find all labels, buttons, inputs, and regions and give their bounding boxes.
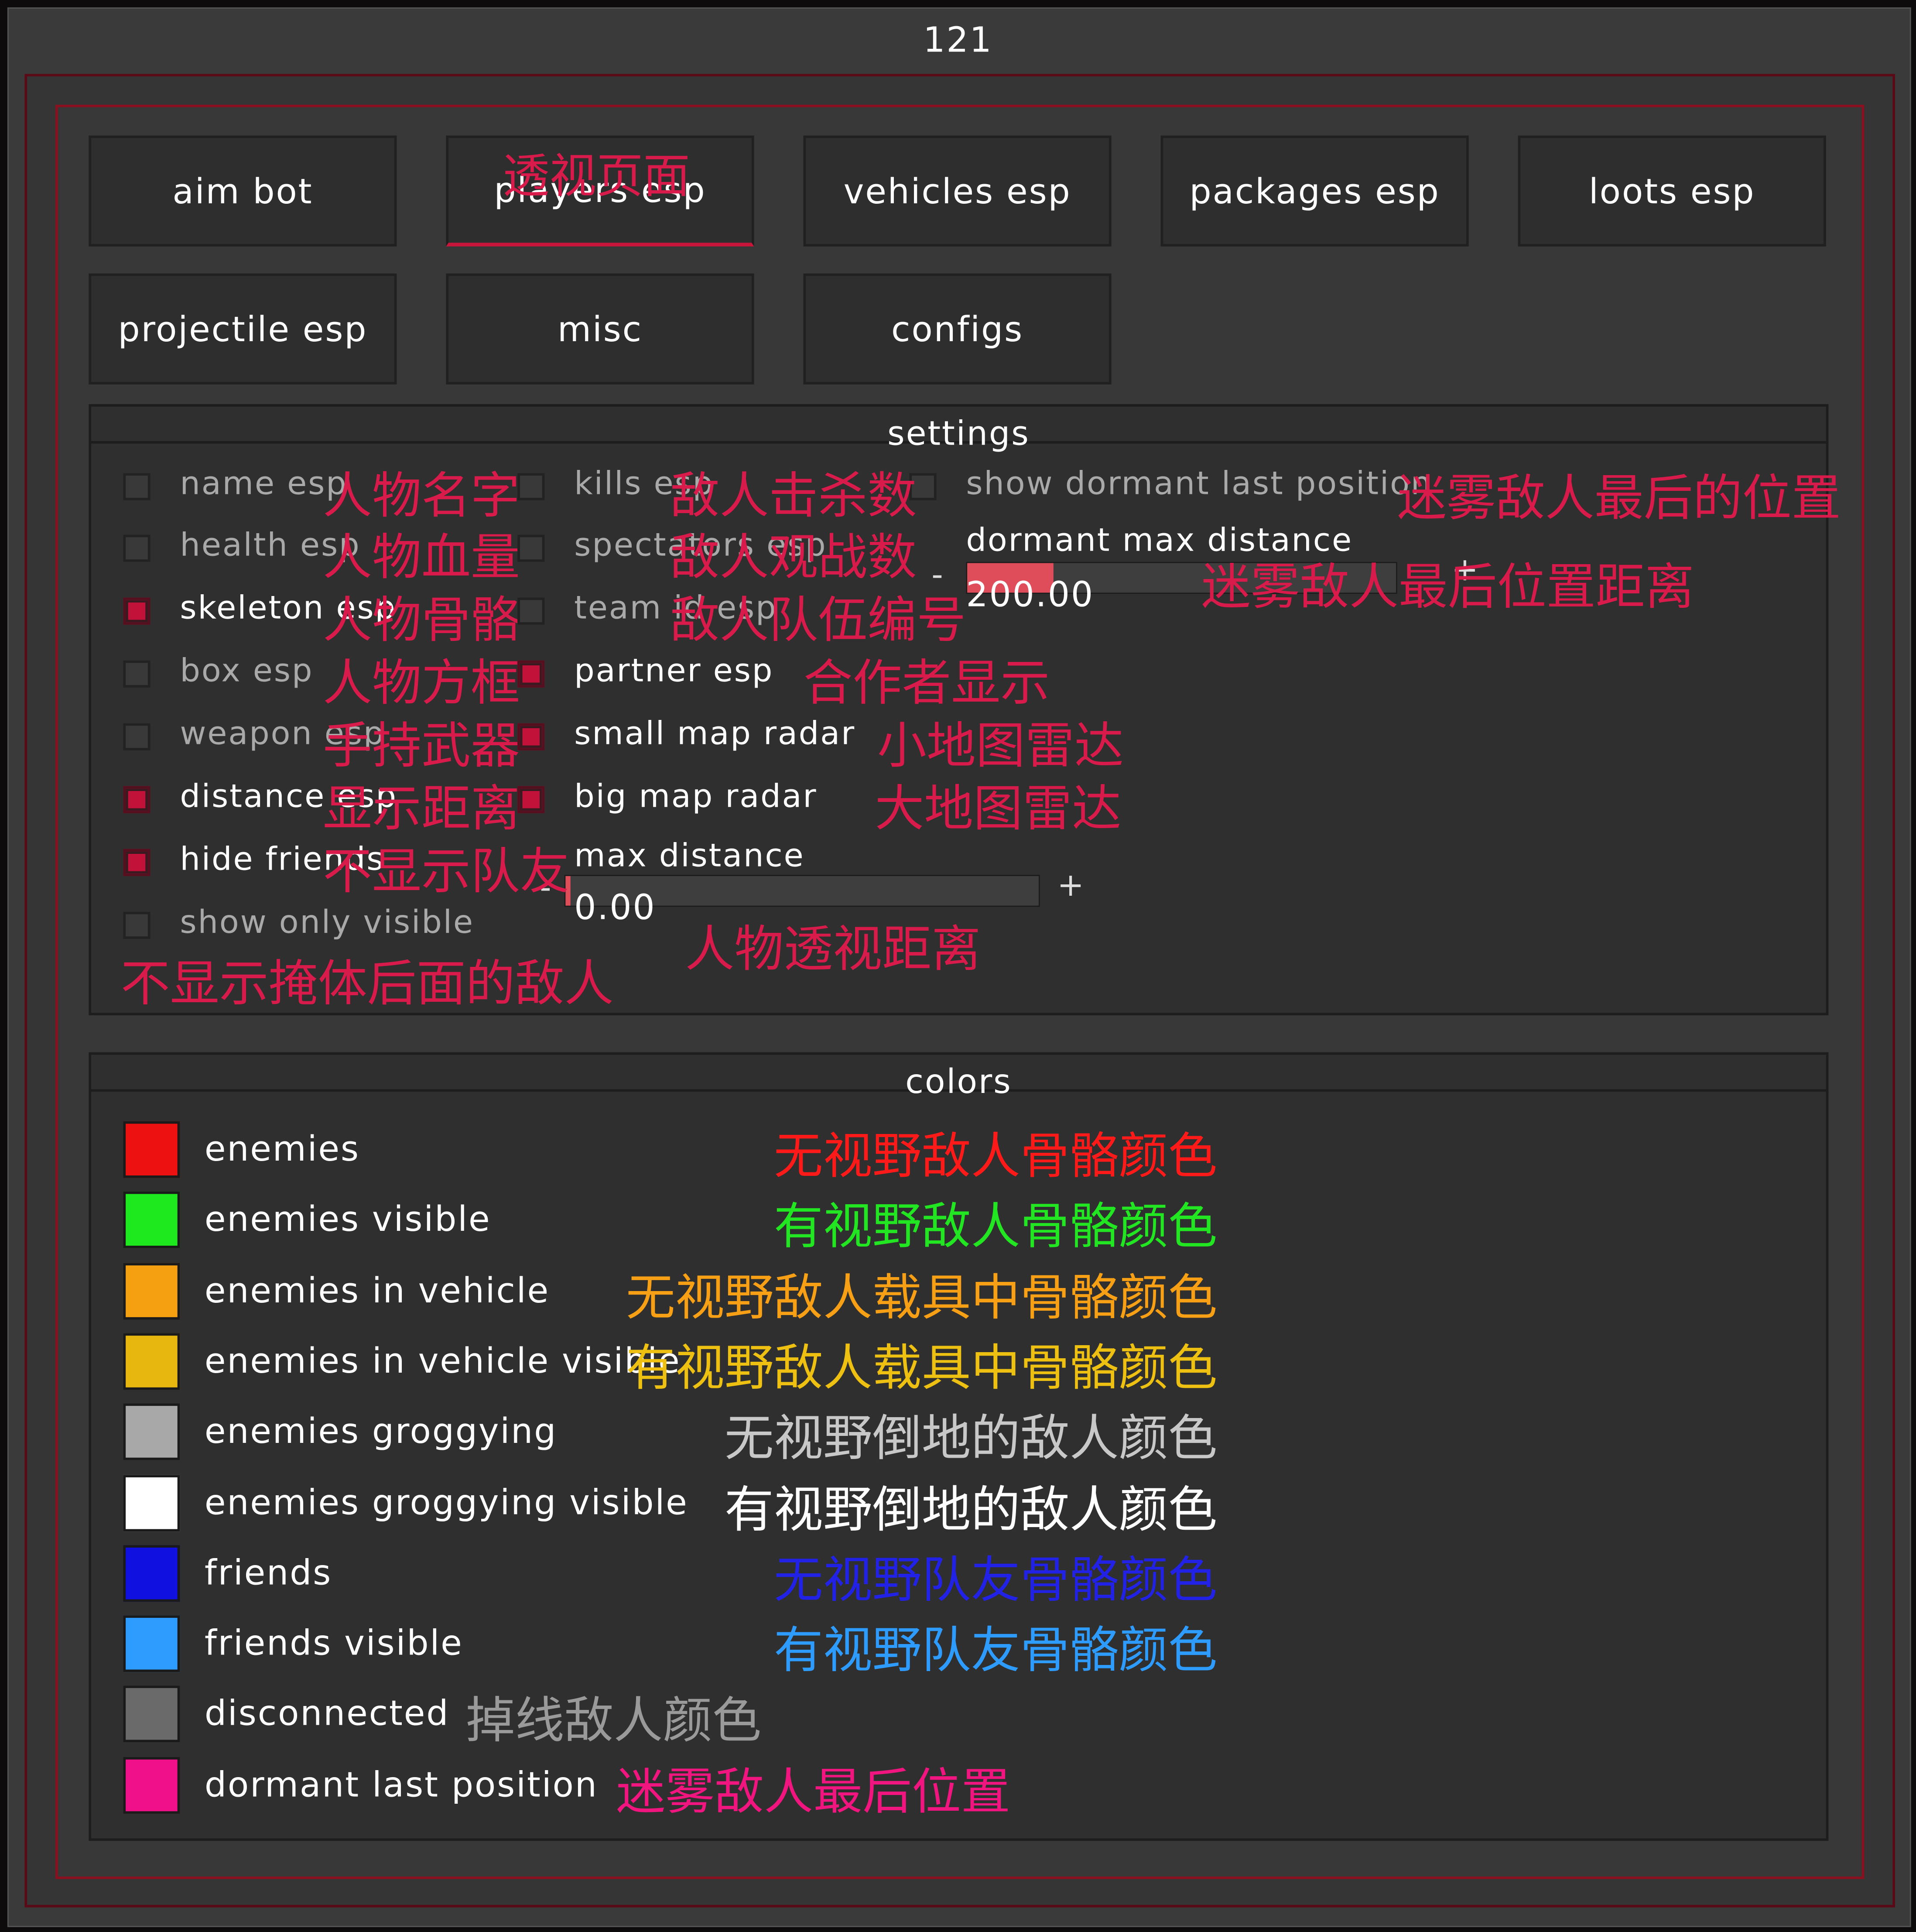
annotation-show-dormant-last-position: 迷雾敌人最后的位置 bbox=[1397, 470, 1841, 528]
annotation-col1-0: 人物名字 bbox=[322, 468, 520, 525]
color-swatch-4[interactable] bbox=[123, 1403, 180, 1460]
color-swatch-0[interactable] bbox=[123, 1121, 180, 1178]
tab-label: loots esp bbox=[1588, 171, 1755, 212]
color-label-4: enemies groggying bbox=[204, 1411, 558, 1452]
max-distance-value: 0.00 bbox=[574, 887, 656, 928]
color-label-6: friends bbox=[204, 1552, 332, 1593]
tab-label: configs bbox=[891, 308, 1024, 349]
checkbox-col1-3[interactable] bbox=[123, 660, 151, 688]
checkbox-label-col1-0: name esp bbox=[180, 466, 348, 503]
tab-loots-esp[interactable]: loots esp bbox=[1518, 135, 1826, 247]
checkbox-col2-0[interactable] bbox=[517, 473, 545, 500]
tab-misc[interactable]: misc bbox=[446, 273, 754, 385]
color-annotation-4: 无视野倒地的敌人颜色 bbox=[724, 1411, 1218, 1468]
checkbox-col1-2[interactable] bbox=[123, 597, 151, 625]
checkbox-col1-1[interactable] bbox=[123, 534, 151, 562]
tab-label: misc bbox=[557, 308, 643, 349]
checkbox-col1-4[interactable] bbox=[123, 723, 151, 750]
annotation-col1-6: 不显示队友 bbox=[322, 844, 569, 901]
annotation-col1-3: 人物方框 bbox=[322, 655, 520, 713]
tab-projectile-esp[interactable]: projectile esp bbox=[89, 273, 397, 385]
checkbox-label-col2-5: big map radar bbox=[574, 778, 818, 816]
colors-title: colors bbox=[91, 1055, 1826, 1102]
color-label-1: enemies visible bbox=[204, 1199, 491, 1240]
color-label-7: friends visible bbox=[204, 1623, 463, 1664]
annotation-col2-5: 大地图雷达 bbox=[875, 781, 1122, 838]
color-swatch-6[interactable] bbox=[123, 1545, 180, 1602]
color-label-2: enemies in vehicle bbox=[204, 1270, 550, 1311]
tab-label: projectile esp bbox=[118, 308, 368, 349]
color-swatch-8[interactable] bbox=[123, 1685, 180, 1743]
checkbox-label-col1-7: show only visible bbox=[180, 904, 474, 942]
label-show-dormant-last-position: show dormant last position bbox=[966, 466, 1433, 503]
color-swatch-1[interactable] bbox=[123, 1191, 180, 1248]
checkbox-label-col2-4: small map radar bbox=[574, 716, 855, 753]
annotation-col1-2: 人物骨骼 bbox=[322, 593, 520, 650]
color-swatch-2[interactable] bbox=[123, 1263, 180, 1320]
checkbox-col2-1[interactable] bbox=[517, 534, 545, 562]
color-swatch-5[interactable] bbox=[123, 1475, 180, 1532]
checkbox-col2-5[interactable] bbox=[517, 786, 545, 813]
annotation-col1-4: 手持武器 bbox=[322, 718, 520, 775]
color-label-8: disconnected bbox=[204, 1693, 450, 1734]
color-label-5: enemies groggying visible bbox=[204, 1482, 688, 1523]
annotation-col2-2: 敌人队伍编号 bbox=[670, 593, 966, 650]
color-annotation-5: 有视野倒地的敌人颜色 bbox=[724, 1482, 1218, 1539]
tab-annotation: 透视页面 bbox=[503, 149, 690, 203]
color-annotation-2: 无视野敌人载具中骨骼颜色 bbox=[626, 1270, 1218, 1327]
color-swatch-3[interactable] bbox=[123, 1333, 180, 1390]
window-title: 121 bbox=[923, 20, 993, 61]
annotation-col1-5: 显示距离 bbox=[322, 781, 520, 838]
color-annotation-0: 无视野敌人骨骼颜色 bbox=[773, 1128, 1218, 1185]
annotation-col2-4: 小地图雷达 bbox=[877, 718, 1124, 775]
annotation-col2-3: 合作者显示 bbox=[803, 655, 1050, 713]
color-swatch-7[interactable] bbox=[123, 1615, 180, 1672]
checkbox-col1-5[interactable] bbox=[123, 786, 151, 813]
checkbox-label-col1-3: box esp bbox=[180, 653, 314, 690]
max-distance-label: max distance bbox=[574, 838, 805, 875]
dormant-slider-value: 200.00 bbox=[966, 574, 1095, 615]
max-distance-plus[interactable]: + bbox=[1057, 867, 1084, 904]
color-label-3: enemies in vehicle visible bbox=[204, 1340, 681, 1381]
checkbox-col2-3[interactable] bbox=[517, 660, 545, 688]
annotation-max-distance: 人物透视距离 bbox=[685, 921, 981, 979]
annotation-col1-1: 人物血量 bbox=[322, 530, 520, 587]
tab-vehicles-esp[interactable]: vehicles esp bbox=[803, 135, 1112, 247]
color-label-0: enemies bbox=[204, 1128, 360, 1169]
annotation-col1-7: 不显示掩体后面的敌人 bbox=[120, 956, 614, 1013]
annotation-col2-0: 敌人击杀数 bbox=[670, 468, 917, 525]
color-annotation-1: 有视野敌人骨骼颜色 bbox=[773, 1199, 1218, 1256]
color-annotation-9: 迷雾敌人最后位置 bbox=[616, 1764, 1011, 1821]
checkbox-col1-7[interactable] bbox=[123, 911, 151, 939]
tab-packages-esp[interactable]: packages esp bbox=[1160, 135, 1469, 247]
color-annotation-3: 有视野敌人载具中骨骼颜色 bbox=[626, 1340, 1218, 1398]
annotation-dormant-max-distance: 迷雾敌人最后位置距离 bbox=[1201, 559, 1694, 616]
color-annotation-7: 有视野队友骨骼颜色 bbox=[773, 1623, 1218, 1680]
tab-label: aim bot bbox=[172, 171, 313, 212]
color-annotation-8: 掉线敌人颜色 bbox=[465, 1693, 762, 1750]
tab-configs[interactable]: configs bbox=[803, 273, 1112, 385]
color-swatch-9[interactable] bbox=[123, 1757, 180, 1814]
tab-aim-bot[interactable]: aim bot bbox=[89, 135, 397, 247]
checkbox-col1-6[interactable] bbox=[123, 849, 151, 876]
color-annotation-6: 无视野队友骨骼颜色 bbox=[773, 1552, 1218, 1610]
checkbox-col1-0[interactable] bbox=[123, 473, 151, 500]
color-label-9: dormant last position bbox=[204, 1764, 598, 1805]
settings-title: settings bbox=[91, 407, 1826, 453]
annotation-col2-1: 敌人观战数 bbox=[670, 530, 917, 587]
checkbox-col2-4[interactable] bbox=[517, 723, 545, 750]
tab-label: packages esp bbox=[1189, 171, 1440, 212]
tab-label: vehicles esp bbox=[843, 171, 1071, 212]
checkbox-col2-2[interactable] bbox=[517, 597, 545, 625]
checkbox-label-col2-3: partner esp bbox=[574, 653, 774, 690]
